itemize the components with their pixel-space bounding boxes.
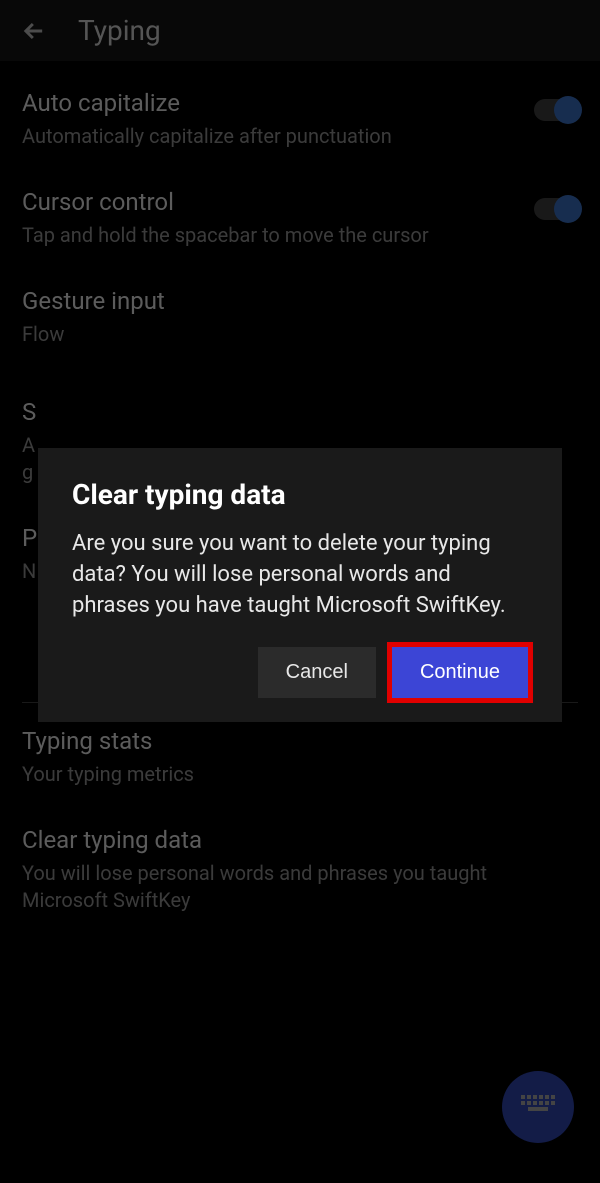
dialog-body: Are you sure you want to delete your typ… — [72, 529, 528, 621]
continue-button[interactable]: Continue — [392, 647, 528, 698]
cancel-button[interactable]: Cancel — [258, 647, 376, 698]
dialog-title: Clear typing data — [72, 478, 528, 511]
dialog-actions: Cancel Continue — [72, 647, 528, 698]
clear-data-dialog: Clear typing data Are you sure you want … — [38, 448, 562, 722]
